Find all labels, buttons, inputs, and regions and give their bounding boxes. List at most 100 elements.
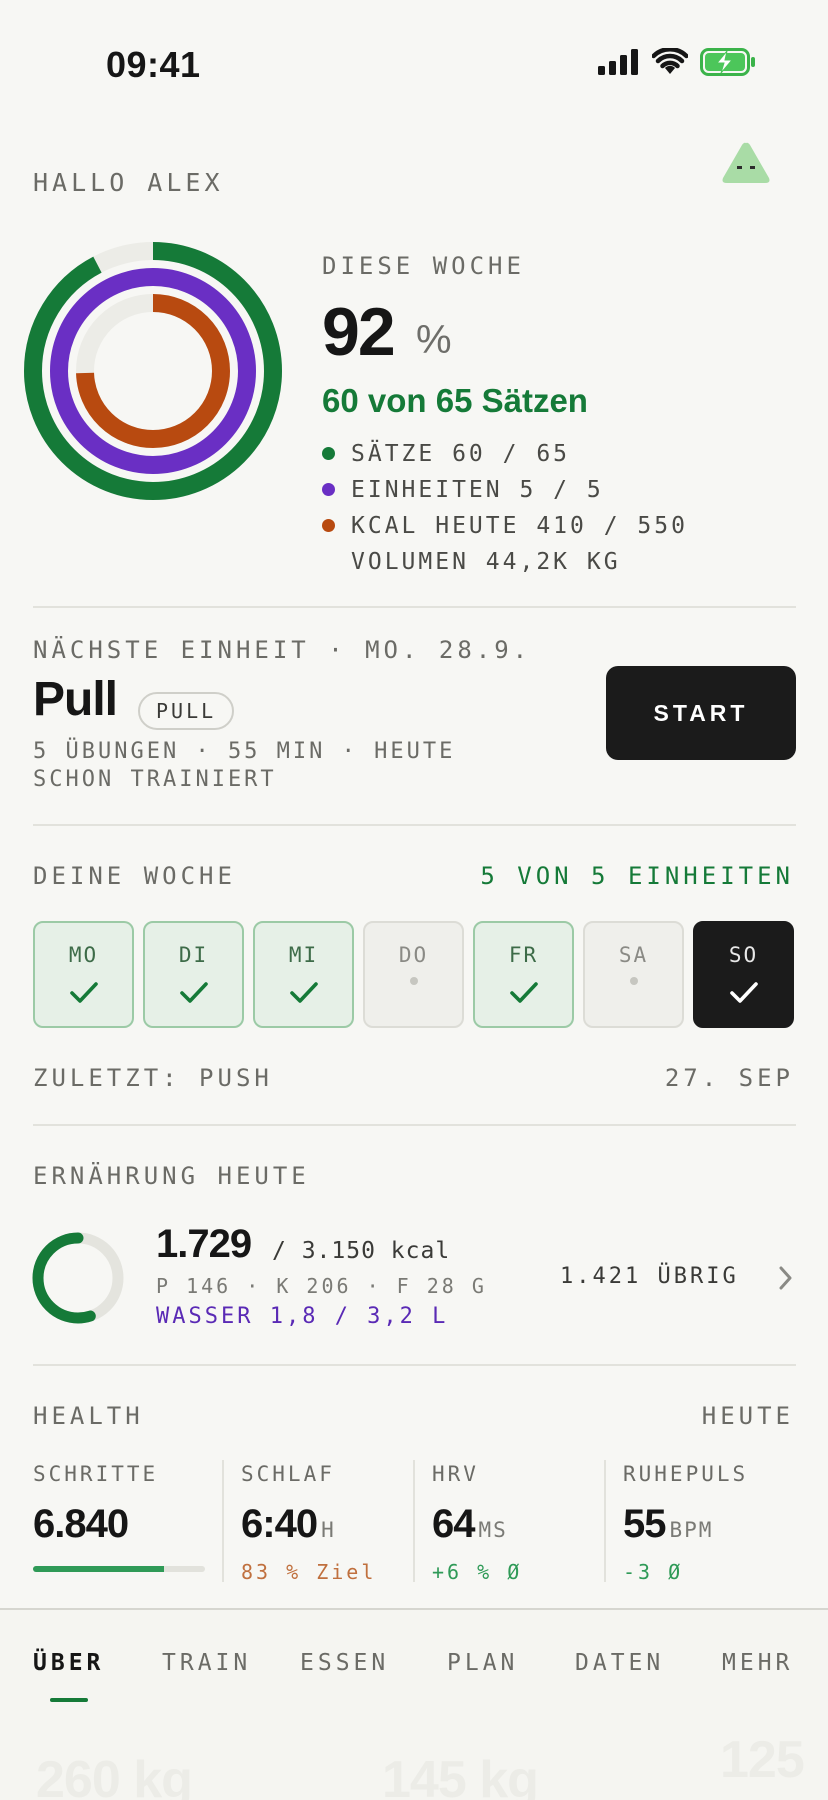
day-label: MI [288,943,319,967]
day-tile-fr[interactable]: FR [473,921,574,1028]
session-tag: PULL [138,692,235,730]
start-button[interactable]: START [606,666,796,760]
calorie-ring [32,1232,124,1324]
legend-dot [322,483,335,496]
day-label: DI [178,943,209,967]
metric-value-hrv: 64 MS [432,1502,508,1547]
metric-label-sleep: SCHLAF [241,1462,335,1486]
last-workout-label: ZULETZT: PUSH [33,1064,273,1092]
next-session-label: NÄCHSTE EINHEIT · MO. 28.9. [33,636,532,664]
tab-essen[interactable]: ESSEN [300,1650,389,1676]
metric-label-hrv: HRV [432,1462,479,1486]
your-week-count: 5 VON 5 EINHEITEN [480,862,794,890]
day-label: SA [618,943,649,967]
weekday-strip: MO DI MI DO FR SA SO [33,921,794,1028]
checkmark-icon [179,977,209,1009]
kcal-remaining[interactable]: 1.421 ÜBRIG [560,1264,739,1289]
metric-sub-resting-hr: -3 Ø [623,1560,684,1584]
metric-number: 64 [432,1502,475,1546]
tab-daten[interactable]: DATEN [575,1650,664,1676]
legend-saetze: SÄTZE 60 / 65 [322,440,688,467]
legend-text: VOLUMEN 44,2K KG [351,548,621,575]
divider [33,606,796,608]
progress-rings [24,242,282,500]
cellular-signal-icon [598,49,638,75]
health-period: HEUTE [701,1402,794,1430]
checkmark-icon [509,977,539,1009]
metric-separator [413,1460,415,1582]
checkmark-icon [729,977,759,1009]
metric-unit: H [321,1518,336,1542]
checkmark-icon [289,977,319,1009]
divider [33,1364,796,1366]
macros: P 146 · K 206 · F 28 G [156,1274,487,1298]
tab-mehr[interactable]: MEHR [722,1650,793,1676]
wifi-icon [652,48,688,74]
checkmark-icon [69,977,99,1009]
greeting: HALLO ALEX [33,168,224,197]
legend-text: KCAL HEUTE 410 / 550 [351,512,688,539]
day-tile-mo[interactable]: MO [33,921,134,1028]
battery-charging-icon [700,48,755,76]
legend-text: EINHEITEN 5 / 5 [351,476,604,503]
day-tile-so[interactable]: SO [693,921,794,1028]
metric-separator [604,1460,606,1582]
divider [33,1124,796,1126]
background-ghost-text: 125 [720,1731,805,1789]
day-tile-mi[interactable]: MI [253,921,354,1028]
kcal-target: / 3.150 kcal [272,1238,451,1264]
metric-unit: MS [478,1518,508,1542]
legend-dot [322,519,335,532]
status-icons [598,48,756,76]
metric-number: 6.840 [33,1502,129,1546]
metric-value-steps: 6.840 [33,1502,129,1547]
metric-number: 6:40 [241,1502,318,1546]
day-label: MO [68,943,99,967]
health-label: HEALTH [33,1402,144,1430]
background-ghost-text: 260 kg [36,1751,193,1800]
metric-sub-hrv: +6 % Ø [432,1560,523,1584]
legend-kcal: KCAL HEUTE 410 / 550 [322,512,688,539]
divider [33,824,796,826]
day-label: DO [398,943,429,967]
water-intake: WASSER 1,8 / 3,2 L [156,1304,449,1329]
chevron-right-icon[interactable] [776,1264,796,1292]
sets-summary: 60 von 65 Sätzen [322,382,588,419]
metric-value-sleep: 6:40 H [241,1502,336,1547]
legend-einheiten: EINHEITEN 5 / 5 [322,476,688,503]
day-tile-sa[interactable]: SA [583,921,684,1028]
week-percent: 92 [322,294,396,370]
your-week-label: DEINE WOCHE [33,862,236,890]
metric-number: 55 [623,1502,666,1546]
ring-legend: SÄTZE 60 / 65 EINHEITEN 5 / 5 KCAL HEUTE… [322,440,688,575]
tab-train[interactable]: TRAIN [162,1650,251,1676]
metric-sub-sleep: 83 % Ziel [241,1560,377,1584]
last-workout-date: 27. SEP [664,1064,794,1092]
metric-separator [222,1460,224,1582]
day-tile-do[interactable]: DO [363,921,464,1028]
metric-label-steps: SCHRITTE [33,1462,159,1486]
tab-plan[interactable]: PLAN [447,1650,518,1676]
steps-progress-fill [33,1566,164,1572]
day-tile-di[interactable]: DI [143,921,244,1028]
steps-progress-bar [33,1566,205,1572]
tab-ueber[interactable]: ÜBER [33,1650,104,1676]
week-summary-label: DIESE WOCHE [322,252,525,280]
legend-dot [322,447,335,460]
legend-volumen: VOLUMEN 44,2K KG [322,548,688,575]
background-ghost-text: 145 kg [382,1751,539,1800]
rest-day-dot [629,977,638,985]
next-session-title: Pull [33,673,118,726]
legend-text: SÄTZE 60 / 65 [351,440,571,467]
nutrition-label: ERNÄHRUNG HEUTE [33,1162,310,1190]
kcal-consumed: 1.729 [156,1222,252,1266]
warning-triangle-icon[interactable] [720,140,772,186]
ring-saetze [24,242,282,500]
week-percent-unit: % [416,318,452,362]
metric-value-resting-hr: 55 BPM [623,1502,713,1547]
metric-label-resting-hr: RUHEPULS [623,1462,749,1486]
active-tab-indicator [50,1698,88,1702]
status-time: 09:41 [106,44,201,85]
day-label: FR [508,943,539,967]
rest-day-dot [409,977,418,985]
